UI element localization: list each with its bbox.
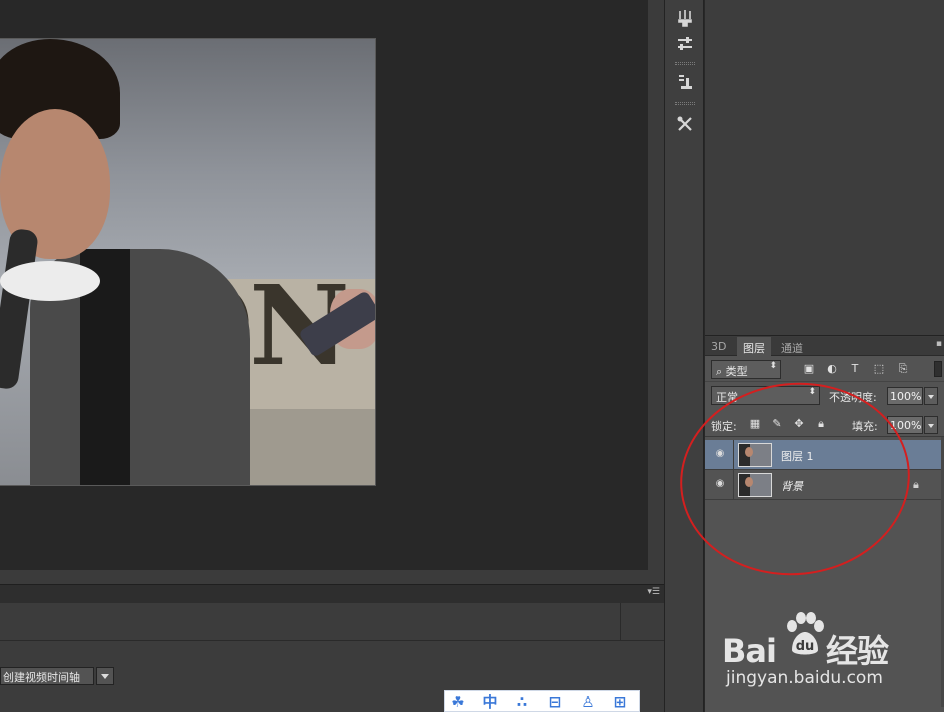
svg-text:du: du (796, 639, 815, 654)
tab-layers[interactable]: 图层 (737, 337, 771, 356)
timeline-track-side (620, 603, 664, 641)
type-filter-icon[interactable]: T (848, 362, 862, 376)
panel-menu-icon[interactable]: ▪ (936, 339, 942, 349)
document-image[interactable]: ION (0, 38, 376, 486)
panel-icon-strip (664, 0, 704, 712)
paw-icon: du (787, 612, 824, 655)
timeline-header: ▾☰ (0, 585, 664, 603)
toolbox-icon[interactable]: ⊟ (546, 693, 564, 711)
dots-icon[interactable]: ∴ (513, 693, 531, 711)
tab-channels[interactable]: 通道 (775, 337, 809, 356)
create-video-timeline-button[interactable]: 创建视频时间轴 (0, 667, 94, 685)
lock-icon[interactable]: 🔒︎ (913, 478, 919, 492)
panel-grip[interactable] (675, 102, 695, 105)
clone-source-icon[interactable] (669, 66, 701, 98)
user-icon[interactable]: ♙ (579, 693, 597, 711)
opacity-dropdown[interactable] (924, 387, 938, 405)
watermark-logo-right: 经验 (825, 632, 889, 670)
horizontal-scrollbar[interactable] (0, 570, 664, 584)
baidu-jingyan-watermark: Bai 经验 du jingyan.baidu.com (722, 610, 912, 690)
panel-menu-icon[interactable]: ▾☰ (647, 587, 660, 597)
adjustment-filter-icon[interactable]: ◐ (825, 362, 839, 376)
search-icon: ⌕ (716, 365, 723, 378)
tab-3d[interactable]: 3D (705, 337, 732, 356)
updown-arrow-icon: ⬍ (769, 361, 777, 371)
filter-kind-label: 类型 (725, 365, 748, 378)
layer-filter-row: ⌕ 类型 ⬍ ▣ ◐ T ⬚ ⎘ (705, 356, 944, 382)
photo-microphone-card (0, 261, 100, 301)
panel-grip[interactable] (675, 62, 695, 65)
chinese-input-icon[interactable]: 中 (481, 693, 499, 711)
smart-object-filter-icon[interactable]: ⎘ (896, 362, 910, 376)
grid-icon[interactable]: ⊞ (611, 693, 629, 711)
adjustments-icon[interactable] (669, 28, 701, 60)
shape-filter-icon[interactable]: ⬚ (872, 362, 886, 376)
fill-dropdown[interactable] (924, 416, 938, 434)
document-canvas-area[interactable]: ION (0, 0, 648, 570)
watermark-url: jingyan.baidu.com (726, 668, 883, 688)
opacity-input[interactable]: 100% (887, 387, 923, 405)
floating-toolbar: ☘ 中 ∴ ⊟ ♙ ⊞ (444, 690, 640, 712)
tool-presets-icon[interactable] (669, 108, 701, 140)
watermark-logo-left: Bai (722, 632, 777, 670)
layer-filter-kind-select[interactable]: ⌕ 类型 ⬍ (711, 360, 781, 379)
vertical-scrollbar[interactable] (648, 0, 664, 584)
layers-panel-tabbar: 3D 图层 通道 ▪ (705, 337, 944, 356)
right-panel-dock: 3D 图层 通道 ▪ ⌕ 类型 ⬍ ▣ ◐ T ⬚ ⎘ 正常 ⬍ 不透明度: 1… (705, 0, 944, 712)
timeline-track-area (0, 603, 620, 641)
timeline-options-dropdown[interactable] (96, 667, 114, 685)
filter-toggle-switch[interactable] (934, 361, 942, 377)
image-filter-icon[interactable]: ▣ (802, 362, 816, 376)
paw-icon[interactable]: ☘ (449, 693, 467, 711)
upper-panel-area (705, 0, 944, 336)
